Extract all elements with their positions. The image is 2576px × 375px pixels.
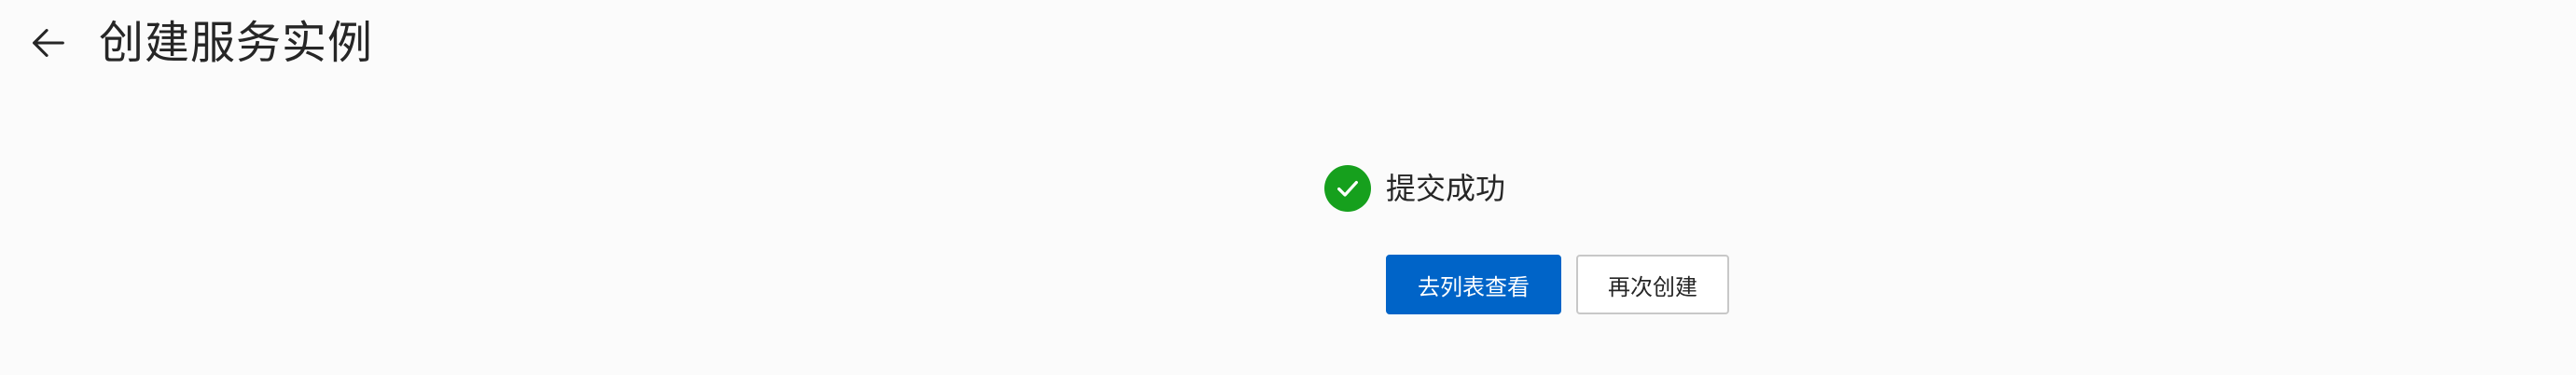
page-title: 创建服务实例: [99, 17, 374, 69]
action-buttons: 去列表查看 再次创建: [1386, 255, 1729, 314]
page-header: 创建服务实例: [0, 0, 2576, 93]
check-circle-icon: [1324, 165, 1371, 212]
submit-result: 提交成功: [1324, 162, 1505, 215]
result-message: 提交成功: [1386, 171, 1506, 206]
arrow-left-icon: [33, 29, 64, 57]
go-to-list-button[interactable]: 去列表查看: [1386, 255, 1561, 314]
back-button[interactable]: [21, 15, 76, 71]
create-again-button[interactable]: 再次创建: [1576, 255, 1729, 314]
